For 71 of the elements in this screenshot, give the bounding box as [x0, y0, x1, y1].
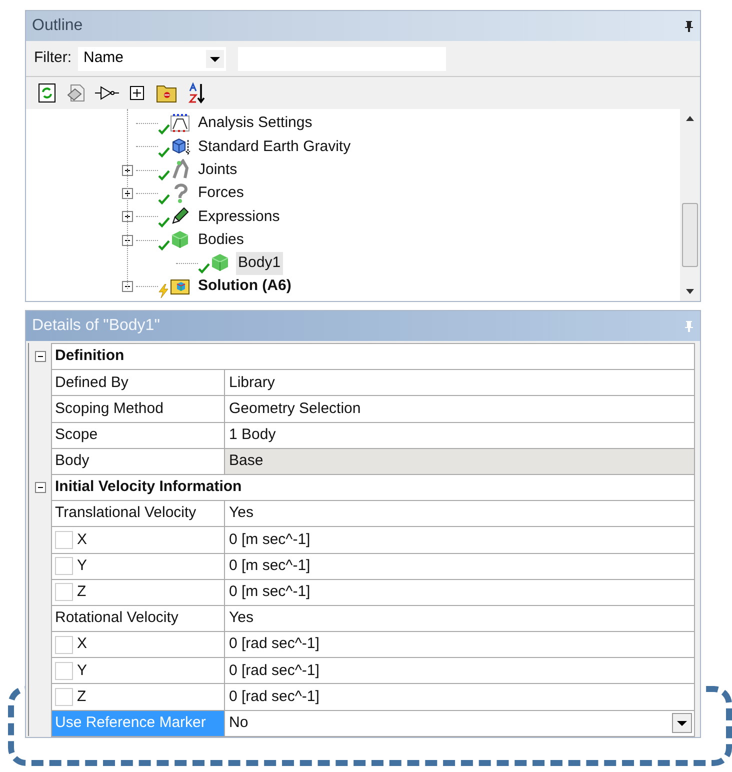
property-value[interactable]: 0 [rad sec^-1] — [225, 683, 695, 711]
property-label: Rotational Velocity — [55, 608, 178, 628]
expander-icon[interactable] — [122, 211, 133, 222]
property-label: Scope — [55, 424, 98, 445]
scrollbar[interactable] — [680, 109, 700, 301]
tree-item[interactable]: Expressions — [196, 206, 282, 228]
checkbox[interactable] — [55, 662, 73, 680]
property-label: Z — [77, 582, 86, 602]
property-value[interactable]: Yes — [225, 500, 695, 528]
property-label: Z — [77, 686, 86, 707]
filter-dropdown[interactable]: Name — [78, 46, 226, 70]
check-icon — [158, 122, 170, 135]
checkbox[interactable] — [55, 688, 73, 706]
checkbox[interactable] — [55, 636, 73, 654]
tree-item[interactable]: Analysis Settings — [196, 112, 314, 135]
pin-icon[interactable] — [684, 20, 694, 32]
property-value[interactable]: Geometry Selection — [225, 395, 695, 423]
collapse-icon[interactable] — [34, 482, 46, 493]
property-value[interactable]: Library — [225, 369, 695, 396]
cube-icon — [170, 229, 190, 250]
check-icon — [158, 239, 170, 252]
property-value[interactable]: Yes — [225, 604, 695, 632]
property-value[interactable]: 0 [rad sec^-1] — [225, 657, 695, 684]
pencil-icon — [170, 206, 190, 226]
tree-item[interactable]: Solution (A6) — [196, 275, 294, 298]
chart-icon — [170, 112, 190, 133]
expander-icon[interactable] — [122, 188, 133, 200]
property-value[interactable]: 0 [m sec^-1] — [225, 578, 695, 606]
property-value[interactable]: 0 [rad sec^-1] — [225, 631, 695, 658]
check-icon — [158, 169, 170, 182]
tree-item[interactable]: Forces — [196, 182, 246, 205]
tree-item[interactable]: Standard Earth Gravity — [196, 136, 353, 158]
check-icon — [158, 146, 170, 158]
property-label: Y — [77, 556, 88, 576]
checkbox[interactable] — [55, 530, 73, 549]
property-value[interactable]: 0 [m sec^-1] — [225, 526, 695, 554]
robot-arm-icon — [170, 159, 190, 180]
property-label: Translational Velocity — [55, 503, 196, 524]
property-label: Body — [55, 451, 90, 472]
tree-item[interactable]: Joints — [196, 158, 240, 182]
property-label: X — [77, 530, 88, 550]
property-label: Scoping Method — [55, 398, 164, 419]
scroll-down-icon[interactable] — [685, 289, 695, 295]
property-value[interactable]: 1 Body — [225, 422, 695, 449]
cube-icon — [210, 252, 230, 272]
tree-item[interactable]: Bodies — [196, 228, 246, 252]
property-value[interactable]: Base — [225, 448, 695, 475]
property-value[interactable]: 0 [m sec^-1] — [225, 552, 695, 580]
filter-label: Filter: — [34, 48, 72, 68]
scroll-up-icon[interactable] — [685, 115, 695, 121]
property-label: X — [77, 634, 88, 654]
property-value[interactable]: No — [225, 710, 695, 737]
check-icon — [198, 262, 210, 274]
group-heading: Initial Velocity Information — [55, 477, 242, 498]
collapse-icon[interactable] — [34, 350, 46, 362]
checkbox[interactable] — [55, 583, 73, 602]
lightning-icon — [158, 284, 170, 298]
property-label: Use Reference Marker — [55, 712, 206, 733]
panel-title: Details of "Body1" — [32, 316, 160, 336]
tree-item[interactable]: Body1 — [236, 252, 283, 275]
property-label: Y — [77, 660, 88, 681]
checkbox[interactable] — [55, 557, 73, 576]
property-label: Defined By — [55, 372, 128, 393]
expander-icon[interactable] — [122, 164, 133, 176]
check-icon — [158, 216, 170, 228]
check-icon — [158, 192, 170, 205]
group-heading: Definition — [55, 346, 124, 366]
expander-icon[interactable] — [122, 234, 133, 246]
panel-title: Outline — [32, 16, 83, 36]
cube-arrow-icon — [170, 136, 190, 156]
expander-icon[interactable] — [122, 281, 133, 292]
